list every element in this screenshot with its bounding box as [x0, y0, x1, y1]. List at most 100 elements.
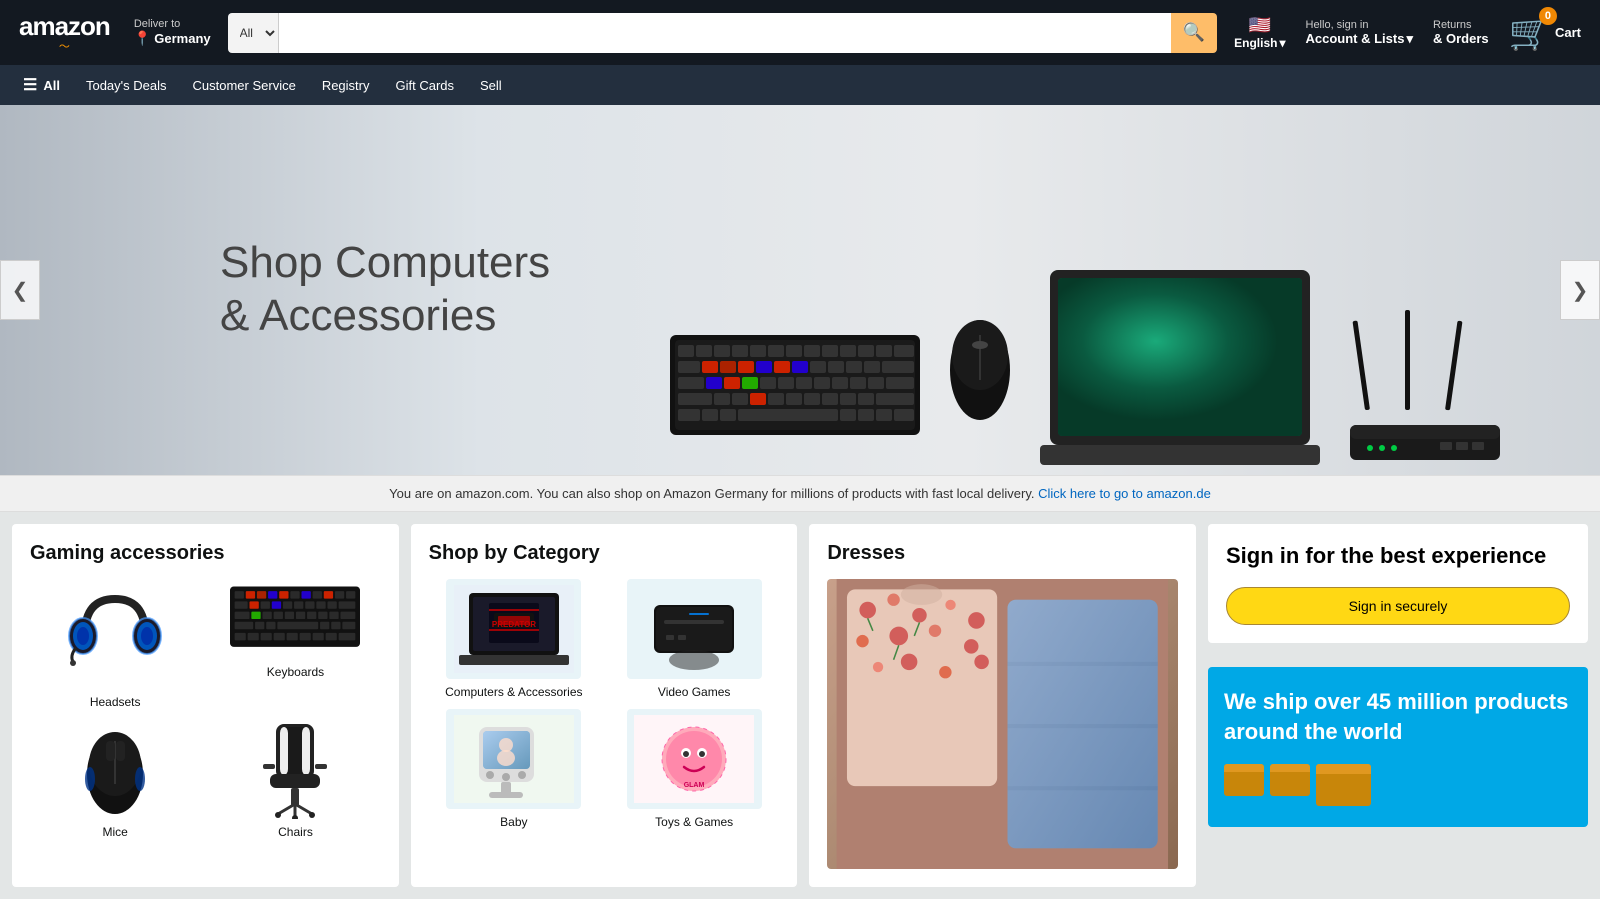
- console-svg: [634, 585, 754, 673]
- hero-products: [670, 270, 1520, 475]
- hero-arrow-left[interactable]: ❮: [0, 260, 40, 320]
- computers-category-svg: PREDATOR: [454, 585, 574, 673]
- headsets-label: Headsets: [90, 695, 141, 709]
- category-item-computers[interactable]: PREDATOR Computers & Accessories: [429, 579, 599, 699]
- amazon-logo[interactable]: amazon 〜: [12, 6, 117, 59]
- signin-button[interactable]: Sign in securely: [1226, 587, 1570, 625]
- signin-title: Sign in for the best experience: [1226, 542, 1570, 571]
- gaming-grid: Headsets: [30, 579, 381, 839]
- nav-all-button[interactable]: ☰ All: [12, 68, 71, 102]
- keyboard-mini-svg: [230, 584, 360, 654]
- search-category-select[interactable]: All: [228, 13, 279, 53]
- gaming-item-mice[interactable]: Mice: [30, 719, 200, 839]
- baby-label: Baby: [500, 815, 527, 829]
- nav-todays-deals[interactable]: Today's Deals: [75, 71, 178, 100]
- nav-gift-cards[interactable]: Gift Cards: [385, 71, 466, 100]
- videogames-thumb: [627, 579, 762, 679]
- cart-wrapper: 🛒 0: [1509, 13, 1551, 53]
- headset-image: [60, 579, 170, 689]
- hero-laptop: [1040, 270, 1320, 475]
- deliver-label: Deliver to: [134, 18, 211, 30]
- computers-label: Computers & Accessories: [445, 685, 582, 699]
- arrow-right-icon: ❯: [1572, 278, 1589, 303]
- dresses-card: Dresses: [809, 524, 1196, 887]
- mice-label: Mice: [102, 825, 127, 839]
- category-title: Shop by Category: [429, 542, 780, 565]
- laptop-svg: [1040, 270, 1320, 470]
- category-item-toysgames[interactable]: GLAM Toys & Games: [609, 709, 779, 829]
- computers-thumb: PREDATOR: [446, 579, 581, 679]
- keyboards-label: Keyboards: [267, 665, 324, 679]
- category-item-baby[interactable]: Baby: [429, 709, 599, 829]
- ship-box-2: [1270, 764, 1310, 796]
- account-greeting: Hello, sign in: [1306, 19, 1414, 31]
- dresses-title: Dresses: [827, 542, 1178, 565]
- hero-mouse: [940, 310, 1020, 435]
- nav-customer-service[interactable]: Customer Service: [182, 71, 307, 100]
- hero-router: [1340, 300, 1520, 475]
- cart-count-badge: 0: [1539, 7, 1557, 25]
- search-bar: All 🔍: [228, 13, 1218, 53]
- baby-thumb: [446, 709, 581, 809]
- notification-bar: You are on amazon.com. You can also shop…: [0, 475, 1600, 512]
- svg-text:PREDATOR: PREDATOR: [492, 620, 536, 629]
- signin-card: Sign in for the best experience Sign in …: [1208, 524, 1588, 643]
- hero-text: Shop Computers & Accessories: [220, 237, 550, 343]
- ship-banner: We ship over 45 million products around …: [1208, 667, 1588, 827]
- nav-registry[interactable]: Registry: [311, 71, 381, 100]
- ship-box-3: [1316, 764, 1371, 806]
- cart-area[interactable]: 🛒 0 Cart: [1502, 8, 1588, 58]
- mouse-image: [75, 719, 155, 819]
- search-button[interactable]: 🔍: [1171, 13, 1217, 53]
- returns-label: Returns: [1433, 19, 1489, 31]
- cart-label: Cart: [1555, 25, 1581, 40]
- amazon-de-link[interactable]: Click here to go to amazon.de: [1038, 486, 1211, 501]
- baby-svg: [454, 715, 574, 803]
- toysgames-thumb: GLAM: [627, 709, 762, 809]
- router-svg: [1340, 300, 1520, 470]
- gaming-item-chairs[interactable]: Chairs: [210, 719, 380, 839]
- returns-area[interactable]: Returns & Orders: [1426, 14, 1496, 51]
- search-icon: 🔍: [1183, 22, 1205, 43]
- orders-label: & Orders: [1433, 31, 1489, 46]
- chair-svg: [258, 719, 333, 819]
- ship-text: We ship over 45 million products around …: [1224, 687, 1572, 749]
- hero-arrow-right[interactable]: ❯: [1560, 260, 1600, 320]
- toysgames-label: Toys & Games: [655, 815, 733, 829]
- hero-banner: ❮ Shop Computers & Accessories: [0, 105, 1600, 475]
- nav-sell[interactable]: Sell: [469, 71, 513, 100]
- language-selector[interactable]: 🇺🇸 English ▾: [1227, 10, 1292, 55]
- keyboard-svg: [670, 335, 920, 445]
- account-area[interactable]: Hello, sign in Account & Lists ▾: [1299, 14, 1421, 52]
- category-grid: PREDATOR Computers & Accessories: [429, 579, 780, 829]
- notification-text: You are on amazon.com. You can also shop…: [389, 486, 1034, 501]
- chair-image: [255, 719, 335, 819]
- shop-by-category-card: Shop by Category: [411, 524, 798, 887]
- mouse-svg: [940, 310, 1020, 430]
- svg-text:GLAM: GLAM: [684, 782, 705, 789]
- mouse-mini-svg: [78, 719, 153, 819]
- toys-svg: GLAM: [634, 715, 754, 803]
- location-pin-icon: 📍: [134, 30, 151, 47]
- header: amazon 〜 Deliver to 📍 Germany All 🔍 🇺🇸 E…: [0, 0, 1600, 65]
- category-item-videogames[interactable]: Video Games: [609, 579, 779, 699]
- ship-box-1: [1224, 764, 1264, 796]
- dresses-svg: [827, 579, 1178, 869]
- gaming-title: Gaming accessories: [30, 542, 381, 565]
- header-right: 🇺🇸 English ▾ Hello, sign in Account & Li…: [1227, 8, 1588, 58]
- search-input[interactable]: [279, 13, 1172, 53]
- ship-boxes: [1224, 764, 1572, 806]
- headset-svg: [65, 584, 165, 684]
- deliver-to-area[interactable]: Deliver to 📍 Germany: [127, 13, 218, 52]
- logo-smile: 〜: [59, 38, 70, 54]
- cards-section: Gaming accessories: [0, 512, 1600, 899]
- chairs-label: Chairs: [278, 825, 313, 839]
- gaming-item-headsets[interactable]: Headsets: [30, 579, 200, 709]
- keyboard-image: [230, 579, 360, 659]
- hero-title: Shop Computers & Accessories: [220, 237, 550, 343]
- right-column: Sign in for the best experience Sign in …: [1208, 524, 1588, 887]
- hamburger-icon: ☰: [23, 75, 37, 95]
- arrow-left-icon: ❮: [12, 278, 29, 303]
- gaming-item-keyboards[interactable]: Keyboards: [210, 579, 380, 709]
- nav-all-label: All: [43, 78, 60, 93]
